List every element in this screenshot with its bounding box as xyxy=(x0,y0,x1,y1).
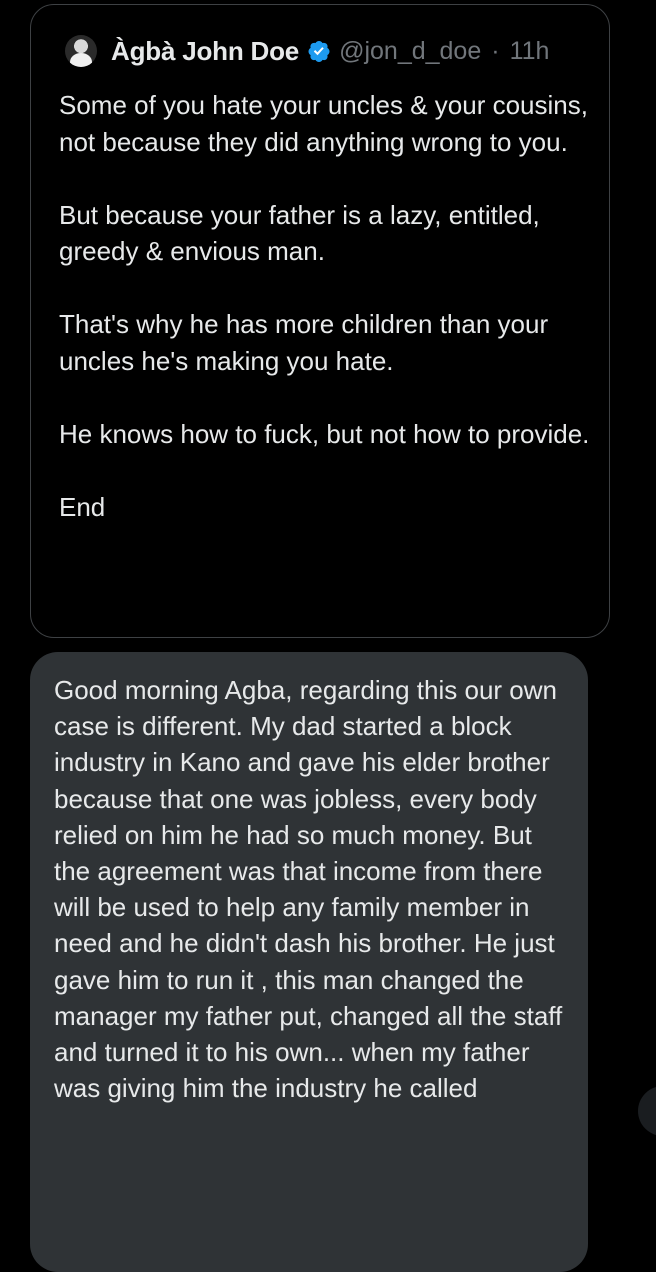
verified-badge-icon xyxy=(308,41,330,62)
author-name[interactable]: Àgbà John Doe xyxy=(111,36,299,67)
reply-message-bubble[interactable]: Good morning Agba, regarding this our ow… xyxy=(30,652,588,1272)
quoted-post-card[interactable]: Àgbà John Doe @jon_d_doe · 11h Some of y… xyxy=(30,4,610,638)
avatar[interactable] xyxy=(65,35,97,67)
scroll-button[interactable] xyxy=(638,1086,656,1136)
reply-message-text: Good morning Agba, regarding this our ow… xyxy=(54,675,563,1104)
author-handle[interactable]: @jon_d_doe xyxy=(339,37,481,66)
quoted-post-header: Àgbà John Doe @jon_d_doe · 11h xyxy=(65,33,549,69)
separator-dot: · xyxy=(491,36,500,65)
quoted-post-text: Some of you hate your uncles & your cous… xyxy=(59,90,590,522)
post-timestamp[interactable]: 11h xyxy=(510,37,550,66)
